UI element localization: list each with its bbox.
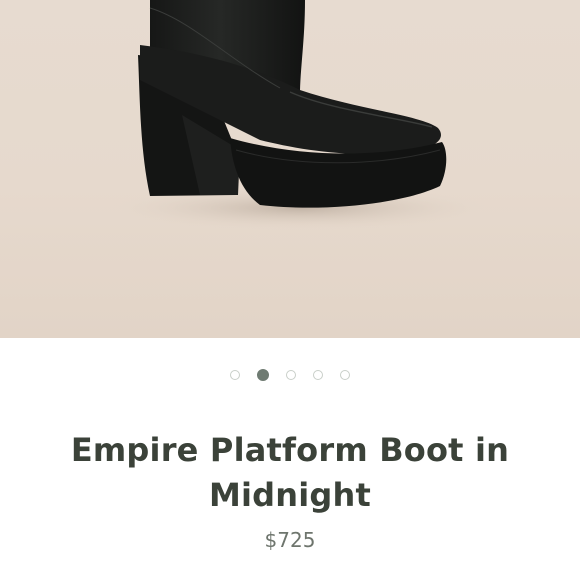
product-image[interactable] — [0, 0, 580, 338]
carousel-dot-3[interactable] — [286, 370, 296, 380]
carousel-dots — [0, 369, 580, 381]
product-price: $725 — [264, 528, 316, 552]
carousel-dot-2[interactable] — [257, 369, 269, 381]
carousel-dot-1[interactable] — [230, 370, 240, 380]
product-title: Empire Platform Boot in Midnight — [70, 431, 510, 514]
carousel-dot-5[interactable] — [340, 370, 350, 380]
boot-image — [110, 0, 490, 230]
carousel-dot-4[interactable] — [313, 370, 323, 380]
